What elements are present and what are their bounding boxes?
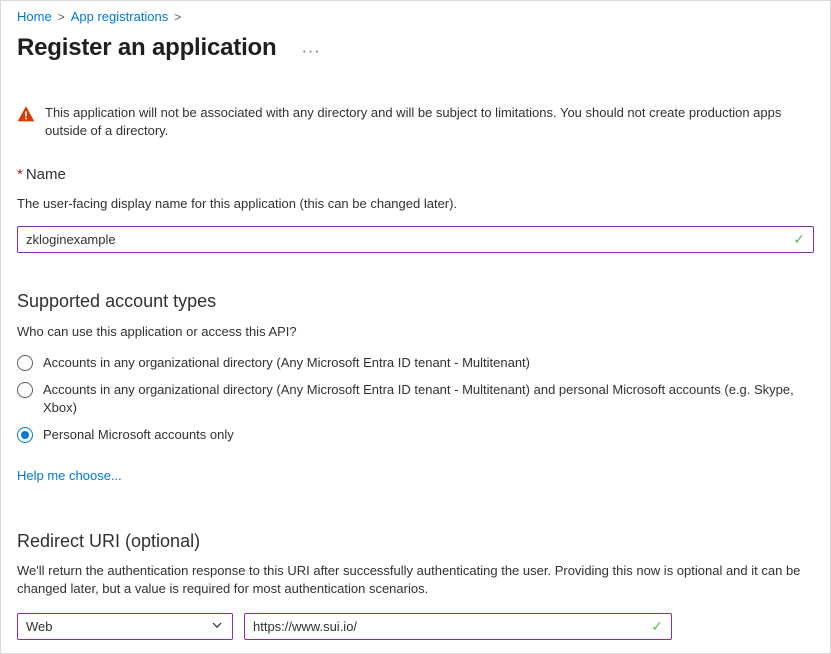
radio-unselected-icon[interactable] <box>17 355 33 371</box>
redirect-uri-row: Web ✓ <box>17 613 814 640</box>
name-input[interactable] <box>17 226 814 253</box>
breadcrumb: Home > App registrations > <box>17 1 814 24</box>
breadcrumb-separator-icon: > <box>58 10 65 24</box>
help-me-choose-link[interactable]: Help me choose... <box>17 468 122 483</box>
account-type-radio-group: Accounts in any organizational directory… <box>17 354 814 444</box>
radio-selected-icon[interactable] <box>17 427 33 443</box>
radio-unselected-icon[interactable] <box>17 382 33 398</box>
name-field-description: The user-facing display name for this ap… <box>17 195 814 213</box>
supported-account-types-heading: Supported account types <box>17 291 814 312</box>
account-type-option-multitenant-personal[interactable]: Accounts in any organizational directory… <box>17 381 814 417</box>
warning-text: This application will not be associated … <box>45 104 814 140</box>
account-types-question: Who can use this application or access t… <box>17 324 814 339</box>
platform-select[interactable]: Web <box>17 613 233 640</box>
chevron-down-icon <box>211 619 223 634</box>
register-application-page: Home > App registrations > Register an a… <box>0 0 831 654</box>
account-type-option-personal-only[interactable]: Personal Microsoft accounts only <box>17 426 814 444</box>
breadcrumb-home-link[interactable]: Home <box>17 9 52 24</box>
platform-select-value: Web <box>26 619 53 634</box>
name-label-text: Name <box>26 166 66 183</box>
name-field-label: *Name <box>17 166 814 183</box>
breadcrumb-app-registrations-link[interactable]: App registrations <box>71 9 169 24</box>
name-input-wrapper: ✓ <box>17 226 814 253</box>
redirect-uri-input-wrapper: ✓ <box>244 613 672 640</box>
radio-option-label: Personal Microsoft accounts only <box>43 426 234 444</box>
redirect-uri-input[interactable] <box>244 613 672 640</box>
context-menu-ellipsis-icon[interactable]: ··· <box>302 45 321 58</box>
required-asterisk: * <box>17 166 23 183</box>
page-title: Register an application <box>17 34 276 62</box>
account-type-option-multitenant[interactable]: Accounts in any organizational directory… <box>17 354 814 372</box>
breadcrumb-separator-icon: > <box>174 10 181 24</box>
warning-triangle-icon <box>17 105 35 140</box>
warning-banner: This application will not be associated … <box>17 104 814 140</box>
radio-option-label: Accounts in any organizational directory… <box>43 354 530 372</box>
redirect-uri-description: We'll return the authentication response… <box>17 562 814 598</box>
redirect-uri-heading: Redirect URI (optional) <box>17 531 814 552</box>
radio-option-label: Accounts in any organizational directory… <box>43 381 801 417</box>
title-row: Register an application ··· <box>17 34 814 62</box>
